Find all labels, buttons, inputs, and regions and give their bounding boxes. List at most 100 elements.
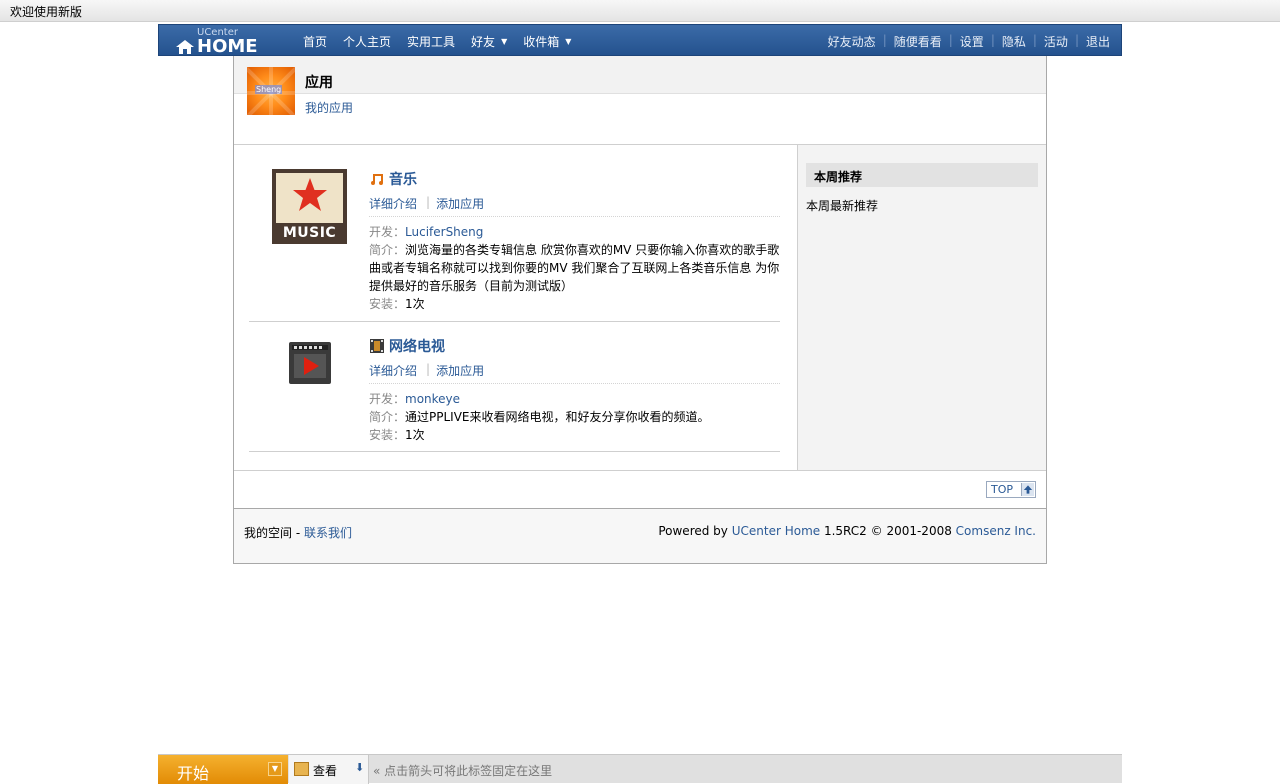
nav-separator: | xyxy=(1074,33,1079,47)
app-name-row: 网络电视 xyxy=(369,336,445,356)
app-actions: 详细介绍 | 添加应用 xyxy=(369,195,484,212)
nav-browse[interactable]: 随便看看 xyxy=(894,33,942,50)
site-header: UCenter HOME 首页 个人主页 实用工具 好友 ▼ 收件箱 ▼ 好友动态 … xyxy=(158,24,1122,57)
nav-friend-feed[interactable]: 好友动态 xyxy=(828,33,876,50)
music-art-label: MUSIC xyxy=(282,225,337,241)
sidebar-heading-box: 本周推荐 xyxy=(806,163,1038,187)
nav-home-label: 首页 xyxy=(303,35,328,49)
list-item: MUSIC 音乐 详细介绍 | 添加应用 开发：LuciferSheng 简介：… xyxy=(249,145,780,322)
install-label: 安装： xyxy=(369,428,406,442)
page-title: 应用 xyxy=(305,75,333,91)
version-text: 1.5RC2 © 2001-2008 xyxy=(820,524,956,538)
view-label: 查看 xyxy=(313,764,338,778)
view-tab[interactable]: 查看 ⬇ xyxy=(289,755,369,784)
ucenter-home-logo[interactable]: UCenter HOME xyxy=(175,27,258,57)
avatar[interactable]: Sheng xyxy=(247,67,295,115)
app-name[interactable]: 音乐 xyxy=(389,169,417,189)
ucenter-home-link[interactable]: UCenter Home xyxy=(732,524,820,538)
action-separator: | xyxy=(426,362,431,376)
video-player-icon xyxy=(289,342,331,384)
install-label: 安装： xyxy=(369,297,406,311)
nav-friends-label: 好友 xyxy=(471,35,496,49)
nav-inbox[interactable]: 收件箱 ▼ xyxy=(523,33,571,50)
film-icon xyxy=(370,339,384,353)
install-count: 1次 xyxy=(405,297,425,311)
nav-separator: | xyxy=(948,33,953,47)
nav-separator: | xyxy=(1032,33,1037,47)
desc-label: 简介： xyxy=(369,410,406,424)
welcome-text: 欢迎使用新版 xyxy=(10,5,83,19)
nav-tools-label: 实用工具 xyxy=(407,35,456,49)
nav-inbox-label: 收件箱 xyxy=(523,35,560,49)
logo-home-text: HOME xyxy=(197,36,258,57)
nav-friends[interactable]: 好友 ▼ xyxy=(471,33,507,50)
dev-label: 开发： xyxy=(369,392,406,406)
nav-privacy[interactable]: 隐私 xyxy=(1002,33,1026,50)
page-titlebar xyxy=(234,56,1046,94)
app-meta: 开发：monkeye 简介：通过PPLIVE来收看网络电视，和好友分享你收看的频… xyxy=(369,390,780,444)
divider xyxy=(369,383,780,384)
start-button[interactable]: 开始 ▼ xyxy=(158,755,288,784)
main-panel: Sheng 应用 我的应用 MUSIC 音乐 详细介绍 | 添加应用 开发：Lu… xyxy=(233,56,1047,564)
app-list: MUSIC 音乐 详细介绍 | 添加应用 开发：LuciferSheng 简介：… xyxy=(234,145,797,470)
box-icon xyxy=(294,762,309,776)
nav-personal-page[interactable]: 个人主页 xyxy=(343,33,391,50)
my-space-text: 我的空间 xyxy=(244,526,293,540)
music-star-icon: MUSIC xyxy=(272,169,347,244)
footer-toolbar: TOP xyxy=(234,470,1046,509)
powered-text: Powered by xyxy=(658,524,732,538)
action-separator: | xyxy=(426,195,431,209)
developer-link[interactable]: monkeye xyxy=(405,392,460,406)
footer-dash: - xyxy=(292,526,304,540)
main-nav: 首页 个人主页 实用工具 好友 ▼ 收件箱 ▼ xyxy=(303,33,587,50)
add-app-link[interactable]: 添加应用 xyxy=(436,195,484,212)
sidebar-text: 本周最新推荐 xyxy=(806,199,879,213)
avatar-label: Sheng xyxy=(255,85,283,94)
contact-us-link[interactable]: 联系我们 xyxy=(304,526,352,540)
music-note-icon xyxy=(371,174,383,185)
taskbar-hint: « 点击箭头可将此标签固定在这里 xyxy=(373,764,553,778)
comsenz-link[interactable]: Comsenz Inc. xyxy=(956,524,1036,538)
dev-label: 开发： xyxy=(369,225,406,239)
app-actions: 详细介绍 | 添加应用 xyxy=(369,362,484,379)
chevron-down-icon[interactable]: ▼ xyxy=(268,762,282,776)
list-item: 网络电视 详细介绍 | 添加应用 开发：monkeye 简介：通过PPLIVE来… xyxy=(249,322,780,452)
footer-right: Powered by UCenter Home 1.5RC2 © 2001-20… xyxy=(658,524,1036,538)
nav-events[interactable]: 活动 xyxy=(1044,33,1068,50)
bottom-taskbar: 开始 ▼ 查看 ⬇ « 点击箭头可将此标签固定在这里 xyxy=(158,754,1122,784)
nav-separator: | xyxy=(882,33,887,47)
sidebar: 本周推荐 本周最新推荐 xyxy=(797,145,1046,470)
nav-separator: | xyxy=(990,33,995,47)
add-app-link[interactable]: 添加应用 xyxy=(436,362,484,379)
caret-down-icon[interactable]: ▼ xyxy=(501,37,507,46)
tab-my-apps[interactable]: 我的应用 xyxy=(305,99,353,116)
app-art-music[interactable]: MUSIC xyxy=(249,145,369,315)
top-label: TOP xyxy=(991,483,1014,496)
app-description: 浏览海量的各类专辑信息 欣赏你喜欢的MV 只要你输入你喜欢的歌手歌曲或者专辑名称… xyxy=(369,243,780,293)
nav-personal-page-label: 个人主页 xyxy=(343,35,392,49)
install-count: 1次 xyxy=(405,428,425,442)
app-name-row: 音乐 xyxy=(369,169,417,189)
arrow-up-icon xyxy=(1021,483,1034,496)
browser-topbar: 欢迎使用新版 xyxy=(0,0,1280,22)
app-detail-link[interactable]: 详细介绍 xyxy=(369,362,417,379)
footer-left: 我的空间 - 联系我们 xyxy=(244,524,352,541)
start-label: 开始 xyxy=(177,764,210,783)
app-art-tv[interactable] xyxy=(249,322,369,442)
divider xyxy=(369,216,780,217)
desc-label: 简介： xyxy=(369,243,406,257)
nav-logout[interactable]: 退出 xyxy=(1086,33,1110,50)
app-meta: 开发：LuciferSheng 简介：浏览海量的各类专辑信息 欣赏你喜欢的MV … xyxy=(369,223,780,313)
app-name[interactable]: 网络电视 xyxy=(389,336,445,356)
footer: 我的空间 - 联系我们 Powered by UCenter Home 1.5R… xyxy=(234,509,1046,563)
caret-down-icon[interactable]: ▼ xyxy=(565,37,571,46)
sidebar-heading: 本周推荐 xyxy=(814,170,863,184)
pin-arrow-icon[interactable]: ⬇ xyxy=(355,761,364,774)
nav-home[interactable]: 首页 xyxy=(303,33,327,50)
nav-settings[interactable]: 设置 xyxy=(960,33,984,50)
back-to-top-button[interactable]: TOP xyxy=(986,481,1036,498)
user-nav: 好友动态 | 随便看看 | 设置 | 隐私 | 活动 | 退出 xyxy=(828,33,1110,50)
app-detail-link[interactable]: 详细介绍 xyxy=(369,195,417,212)
nav-tools[interactable]: 实用工具 xyxy=(407,33,455,50)
developer-link[interactable]: LuciferSheng xyxy=(405,225,483,239)
